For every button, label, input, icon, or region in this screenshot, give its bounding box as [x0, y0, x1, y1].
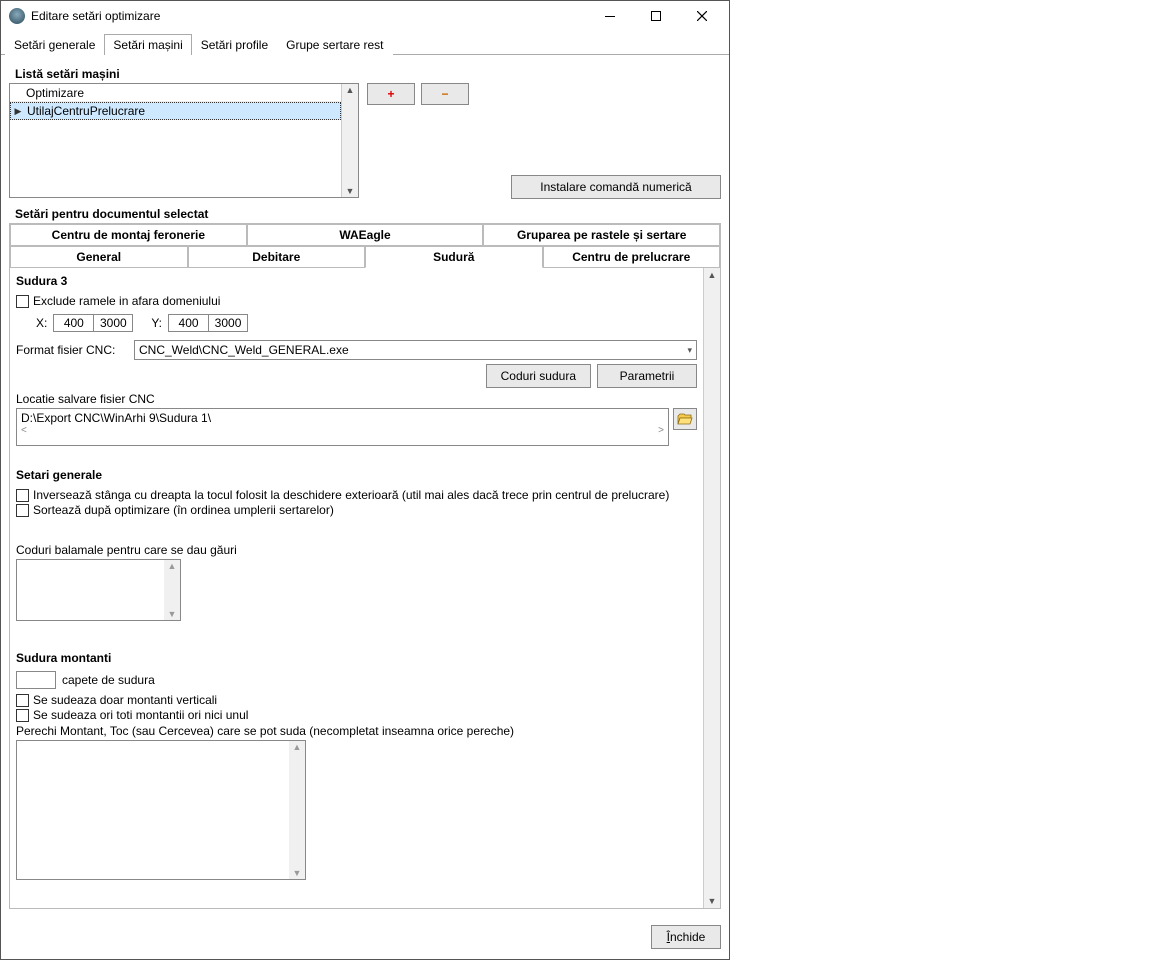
machine-list-header: Optimizare: [24, 86, 84, 100]
x-label: X:: [36, 316, 47, 330]
coduri-balamale-textarea[interactable]: ▲▼: [16, 559, 181, 621]
y-min-input[interactable]: 400: [168, 314, 208, 332]
machine-list-title: Listă setări mașini: [15, 67, 721, 81]
close-dialog-button[interactable]: Închide: [651, 925, 721, 949]
app-icon: [9, 8, 25, 24]
machine-list-scrollbar[interactable]: ▲▼: [342, 84, 358, 197]
group-sudura3-title: Sudura 3: [16, 274, 697, 288]
y-max-input[interactable]: 3000: [208, 314, 248, 332]
perechi-textarea[interactable]: ▲▼: [16, 740, 306, 880]
tab-waeagle[interactable]: WAEagle: [247, 224, 484, 246]
tab-general[interactable]: General: [10, 246, 188, 268]
tab-centru-prelucrare[interactable]: Centru de prelucrare: [543, 246, 721, 268]
coduri-balamale-label: Coduri balamale pentru care se dau găuri: [16, 543, 697, 557]
install-nc-button[interactable]: Instalare comandă numerică: [511, 175, 721, 199]
exclude-label: Exclude ramele in afara domeniului: [33, 294, 220, 308]
format-dropdown[interactable]: CNC_Weld\CNC_Weld_GENERAL.exe ▾: [134, 340, 697, 360]
exclude-checkbox[interactable]: [16, 295, 29, 308]
remove-machine-button[interactable]: −: [421, 83, 469, 105]
doar-verticali-label: Se sudeaza doar montanti verticali: [33, 693, 217, 707]
machine-list[interactable]: Optimizare ▶ UtilajCentruPrelucrare ▲▼: [9, 83, 359, 198]
window-title: Editare setări optimizare: [31, 9, 587, 23]
x-max-input[interactable]: 3000: [93, 314, 133, 332]
tab-setari-profile[interactable]: Setări profile: [192, 34, 277, 55]
tab-setari-generale[interactable]: Setări generale: [5, 34, 104, 55]
capete-input[interactable]: [16, 671, 56, 689]
doar-verticali-checkbox[interactable]: [16, 694, 29, 707]
capete-label: capete de sudura: [62, 673, 155, 687]
machine-list-item[interactable]: ▶ UtilajCentruPrelucrare: [10, 102, 341, 120]
maximize-button[interactable]: [633, 1, 679, 31]
doc-scrollbar[interactable]: ▲▼: [703, 268, 720, 908]
main-tabs: Setări generale Setări mașini Setări pro…: [1, 31, 729, 55]
tab-sudura[interactable]: Sudură: [365, 246, 543, 268]
coduri-sudura-button[interactable]: Coduri sudura: [486, 364, 591, 388]
chevron-down-icon: ▾: [687, 345, 692, 356]
invert-lr-checkbox[interactable]: [16, 489, 29, 502]
titlebar: Editare setări optimizare: [1, 1, 729, 31]
tab-centru-montaj[interactable]: Centru de montaj feronerie: [10, 224, 247, 246]
doc-section-title: Setări pentru documentul selectat: [15, 207, 721, 221]
locatie-label: Locatie salvare fisier CNC: [16, 392, 697, 406]
tab-grupe-sertare[interactable]: Grupe sertare rest: [277, 34, 392, 55]
close-button[interactable]: [679, 1, 725, 31]
y-label: Y:: [151, 316, 162, 330]
toti-sau-niciunul-label: Se sudeaza ori toti montantii ori nici u…: [33, 708, 248, 722]
add-machine-button[interactable]: +: [367, 83, 415, 105]
minimize-button[interactable]: [587, 1, 633, 31]
sort-after-opt-label: Sortează după optimizare (în ordinea ump…: [33, 503, 334, 517]
group-sudura-montanti-title: Sudura montanti: [16, 651, 697, 665]
group-setari-generale-title: Setari generale: [16, 468, 697, 482]
format-label: Format fisier CNC:: [16, 343, 126, 357]
x-min-input[interactable]: 400: [53, 314, 93, 332]
parametrii-button[interactable]: Parametrii: [597, 364, 697, 388]
row-indicator-icon: ▶: [11, 106, 25, 117]
sort-after-opt-checkbox[interactable]: [16, 504, 29, 517]
locatie-path-input[interactable]: D:\Export CNC\WinArhi 9\Sudura 1\ <>: [16, 408, 669, 446]
tab-gruparea[interactable]: Gruparea pe rastele și sertare: [483, 224, 720, 246]
perechi-label: Perechi Montant, Toc (sau Cercevea) care…: [16, 724, 697, 738]
browse-button[interactable]: [673, 408, 697, 430]
invert-lr-label: Inversează stânga cu dreapta la tocul fo…: [33, 488, 669, 502]
toti-sau-niciunul-checkbox[interactable]: [16, 709, 29, 722]
folder-open-icon: [677, 412, 693, 426]
tab-debitare[interactable]: Debitare: [188, 246, 366, 268]
tab-setari-masini[interactable]: Setări mașini: [104, 34, 191, 55]
